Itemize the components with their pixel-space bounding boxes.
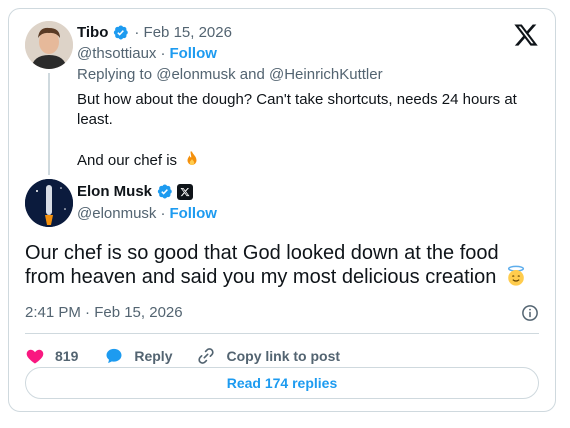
reply-bubble-icon [106,348,122,364]
follow-button[interactable]: Follow [169,205,217,222]
reply-handle-row: @thsottiaux · Follow [77,45,217,62]
copy-link-label: Copy link to post [226,348,341,364]
read-replies-button[interactable]: Read 174 replies [25,367,539,399]
thread-connector-line [48,73,50,175]
smiling-face-with-halo-icon [507,265,524,286]
verified-badge-icon [157,184,172,199]
handle-separator: · [160,205,166,222]
fire-icon [187,151,197,165]
reply-label: Reply [134,348,173,364]
reply-button[interactable]: Reply [104,346,172,366]
follow-button[interactable]: Follow [169,45,217,62]
main-author-row: Elon Musk [77,183,194,200]
like-button[interactable]: 819 [25,346,78,366]
link-icon [198,348,215,364]
author-handle[interactable]: @elonmusk [77,205,156,222]
reply-author-row: Tibo · Feb 15, 2026 [77,24,232,41]
author-name[interactable]: Tibo [77,24,108,41]
reply-text-line1: But how about the dough? Can't take shor… [77,91,517,128]
post-date[interactable]: · Feb 15, 2026 [134,24,232,41]
like-count: 819 [55,348,79,364]
read-replies-label: Read 174 replies [226,375,338,391]
embedded-post-card: Tibo · Feb 15, 2026 @thsottiaux · Follow… [8,8,556,412]
main-handle-row: @elonmusk · Follow [77,205,217,222]
author-name[interactable]: Elon Musk [77,183,152,200]
replying-to-label[interactable]: Replying to @elonmusk and @HeinrichKuttl… [77,66,383,83]
reply-text-line2: And our chef is [77,152,178,169]
main-post-text: Our chef is so good that God looked down… [25,241,541,289]
main-post-body: Our chef is so good that God looked down… [25,242,499,288]
heart-icon [26,349,44,364]
x-logo-icon[interactable] [513,22,539,48]
avatar-elon-musk[interactable] [25,179,73,227]
reply-post-text: But how about the dough? Can't take shor… [77,90,527,171]
action-bar: 819 Reply Copy link to post [25,346,340,366]
author-handle[interactable]: @thsottiaux [77,45,156,62]
info-icon[interactable] [521,304,539,322]
divider [25,333,539,334]
copy-link-button[interactable]: Copy link to post [196,346,340,366]
verified-badge-icon [114,25,129,40]
x-affiliation-badge-icon [177,183,194,200]
handle-separator: · [160,45,166,62]
avatar-tibo[interactable] [25,21,73,69]
post-timestamp[interactable]: 2:41 PM · Feb 15, 2026 [25,304,183,321]
